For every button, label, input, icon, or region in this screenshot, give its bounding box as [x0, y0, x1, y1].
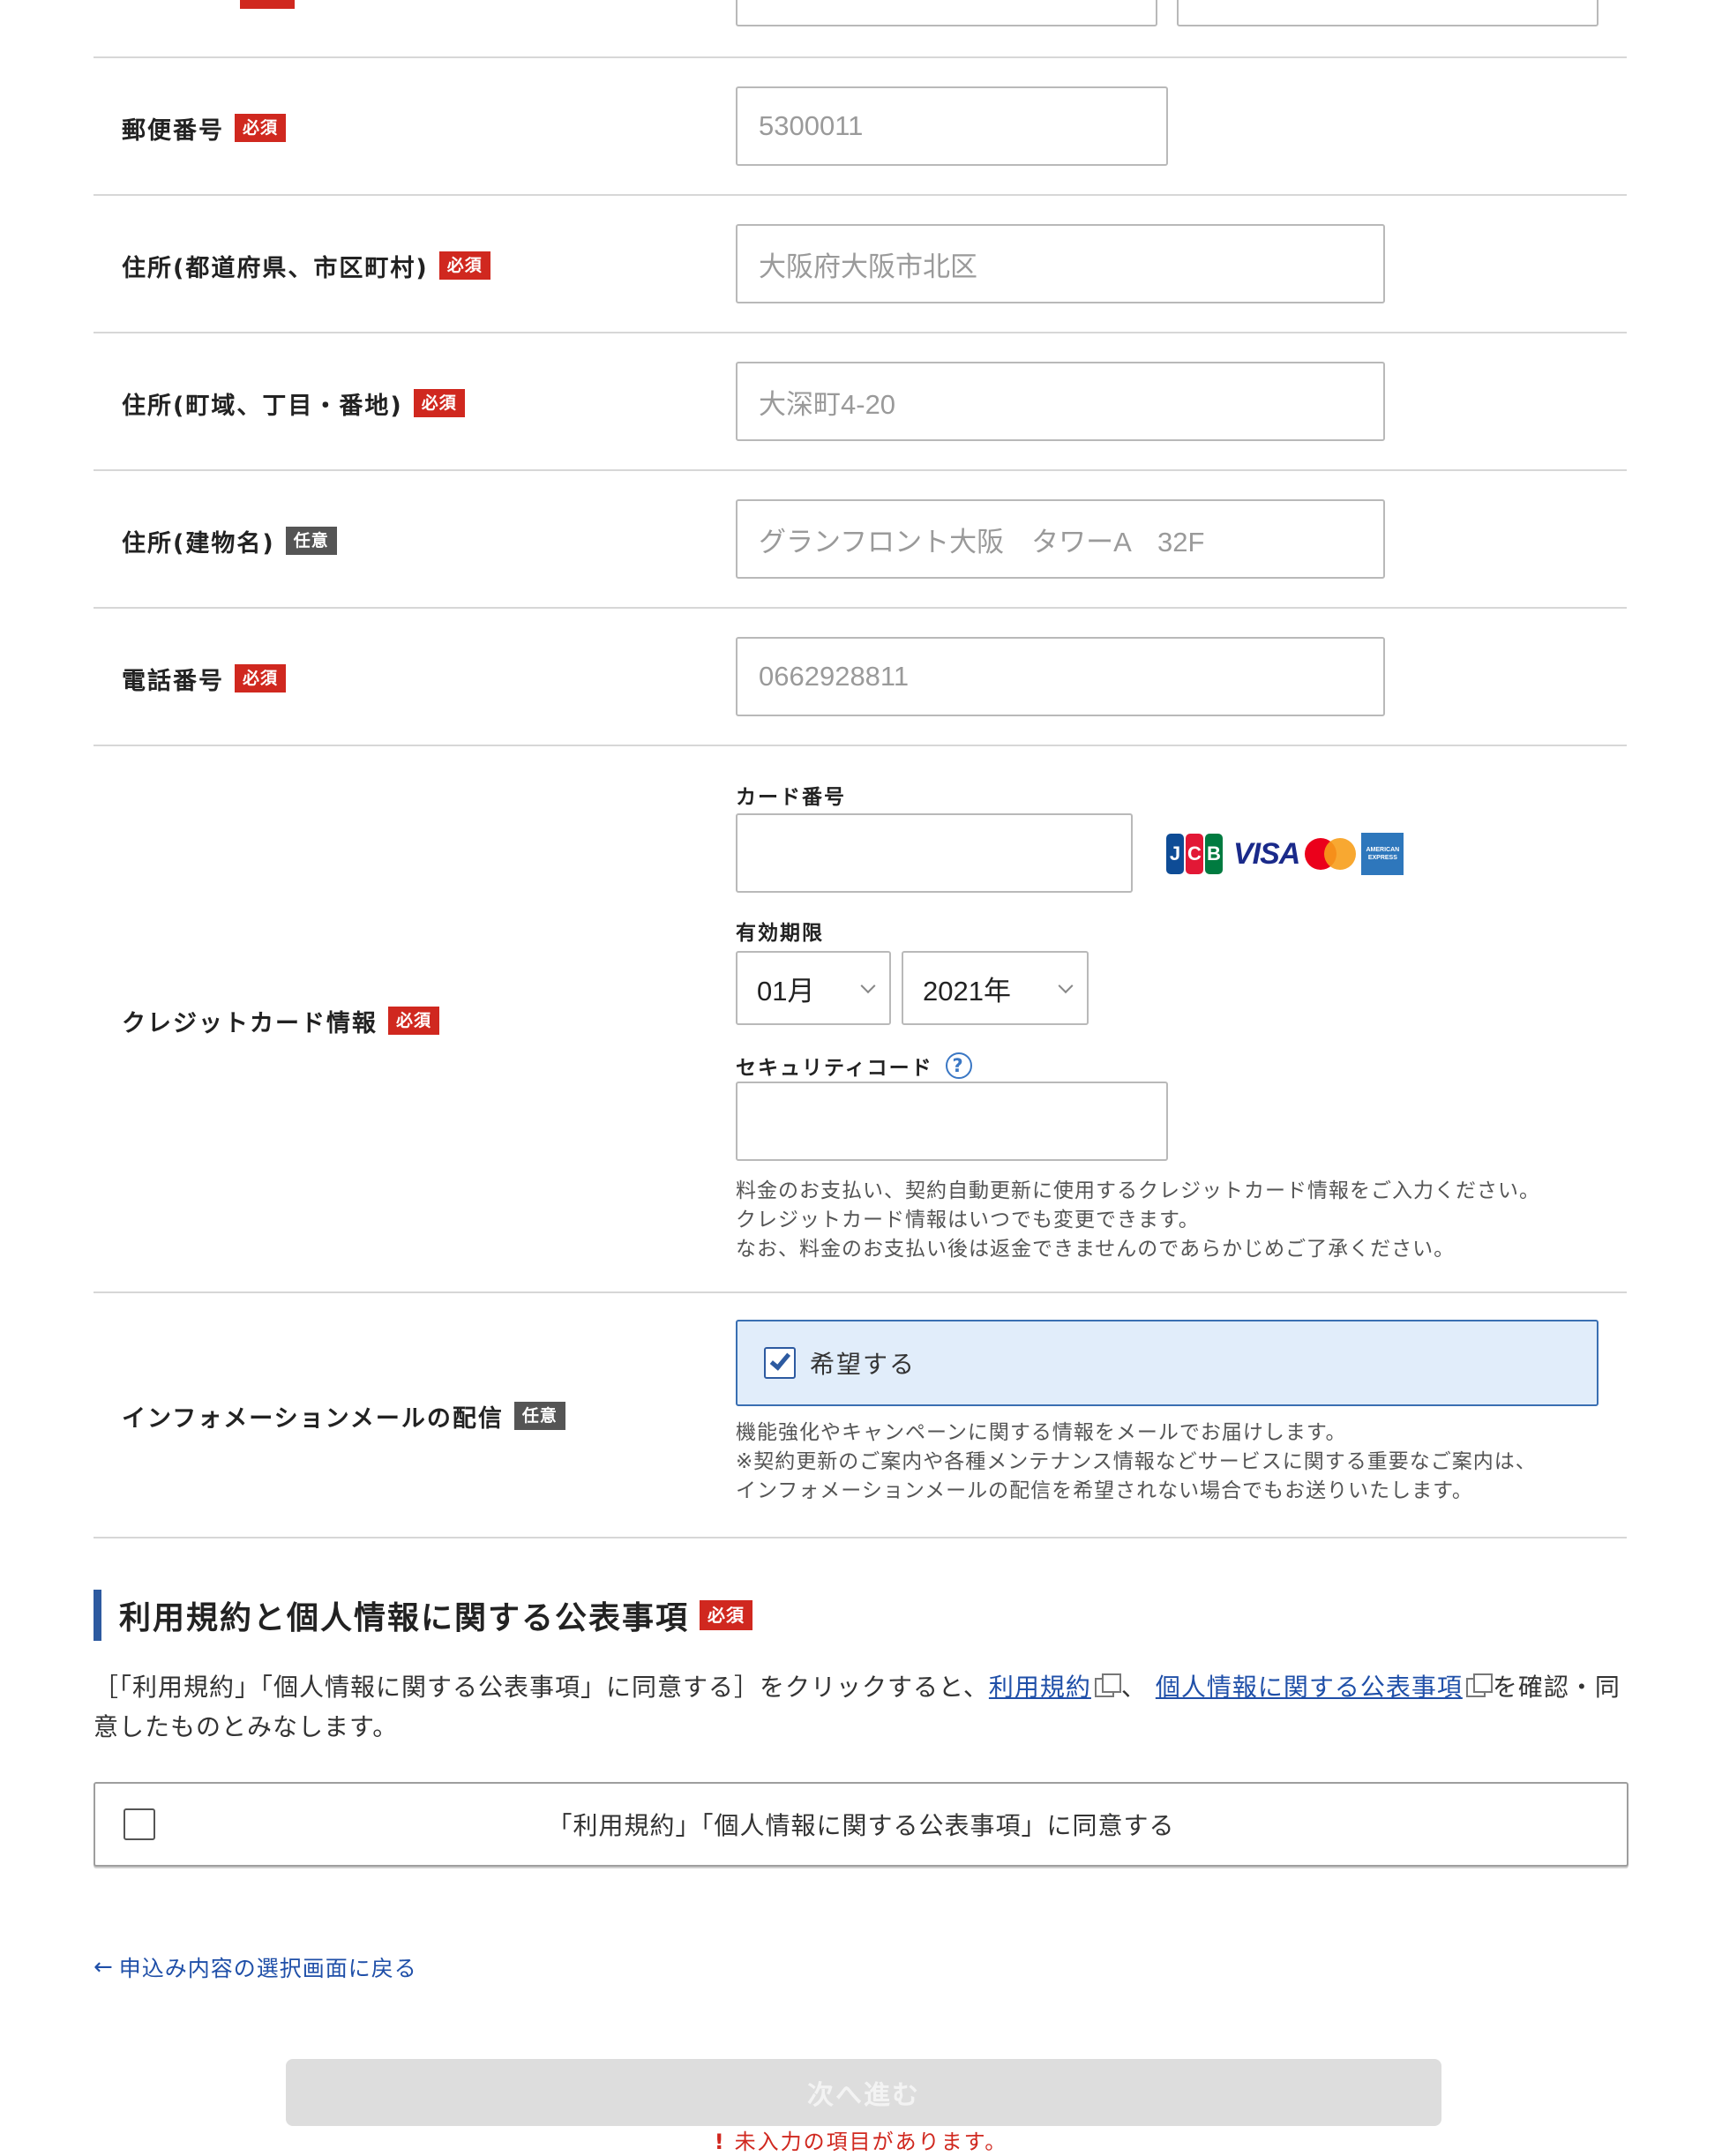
row-divider: [94, 1291, 1627, 1293]
info-mail-note: 機能強化やキャンペーンに関する情報をメールでお届けします。 ※契約更新のご案内や…: [736, 1419, 1537, 1506]
arrow-left-icon: ←: [94, 1954, 114, 1980]
address-town-placeholder: 大深町4-20: [759, 388, 896, 420]
postal-code-label-text: 郵便番号: [122, 116, 224, 145]
address-town-label-text: 住所(町域、丁目・番地): [122, 392, 403, 420]
amex-logo: AMERICAN EXPRESS: [1361, 833, 1404, 875]
card-number-label: カード番号: [736, 786, 846, 809]
address-city-label: 住所(都道府県、市区町村) 必須: [122, 245, 490, 286]
checkmark-icon: [769, 1349, 791, 1371]
help-icon[interactable]: ?: [945, 1052, 972, 1079]
security-code-label: セキュリティコード ?: [736, 1048, 972, 1083]
expiry-year-select[interactable]: 2021年: [902, 951, 1089, 1025]
agree-terms-toggle[interactable]: 「利用規約」「個人情報に関する公表事項」に同意する: [94, 1782, 1628, 1867]
card-brand-logos: J C B VISA AMERICAN EXPRESS: [1166, 833, 1404, 875]
first-name-input[interactable]: [1177, 0, 1598, 26]
phone-label-text: 電話番号: [122, 667, 224, 695]
terms-of-service-link[interactable]: 利用規約: [989, 1673, 1091, 1702]
address-city-placeholder: 大阪府大阪市北区: [759, 251, 977, 282]
next-button[interactable]: 次へ進む: [286, 2059, 1441, 2126]
address-town-label: 住所(町域、丁目・番地) 必須: [122, 383, 465, 423]
required-badge: 必須: [413, 388, 465, 418]
address-city-input[interactable]: 大阪府大阪市北区: [736, 224, 1385, 303]
note-line: クレジットカード情報はいつでも変更できます。: [736, 1209, 1200, 1231]
error-icon: !: [714, 2130, 726, 2154]
error-text: 未入力の項目があります。: [734, 2130, 1008, 2154]
external-link-icon: [1094, 1673, 1121, 1697]
note-line: 料金のお支払い、契約自動更新に使用するクレジットカード情報をご入力ください。: [736, 1179, 1540, 1202]
address-building-label: 住所(建物名) 任意: [122, 520, 337, 561]
row-divider: [94, 607, 1627, 609]
postal-code-label: 郵便番号 必須: [122, 108, 287, 148]
required-badge: 必須: [700, 1600, 753, 1630]
required-badge: 必須: [235, 113, 287, 143]
postal-code-placeholder: 5300011: [759, 110, 864, 141]
terms-description: ［「利用規約」「個人情報に関する公表事項」に同意する］をクリックすると、利用規約…: [94, 1667, 1628, 1747]
info-mail-checkbox[interactable]: [764, 1347, 796, 1379]
row-divider: [94, 194, 1627, 196]
terms-separator: 、: [1120, 1673, 1147, 1702]
note-line: なお、料金のお支払い後は返金できませんのであらかじめご了承ください。: [736, 1238, 1456, 1261]
required-badge: 必須: [235, 663, 287, 693]
amex-bottom-text: EXPRESS: [1367, 855, 1397, 861]
optional-badge: 任意: [285, 526, 337, 556]
required-badge-cutoff: [240, 0, 295, 9]
address-city-label-text: 住所(都道府県、市区町村): [122, 254, 429, 282]
amex-top-text: AMERICAN: [1366, 847, 1400, 853]
row-divider: [94, 56, 1627, 58]
terms-title-text: 利用規約と個人情報に関する公表事項: [119, 1600, 690, 1636]
agree-terms-label: 「利用規約」「個人情報に関する公表事項」に同意する: [547, 1811, 1175, 1840]
expiry-month-value: 01月: [757, 975, 815, 1007]
terms-section-title: 利用規約と個人情報に関する公表事項 必須: [94, 1590, 753, 1641]
required-badge: 必須: [388, 1006, 440, 1036]
credit-card-label: クレジットカード情報 必須: [122, 1000, 440, 1041]
note-line: ※契約更新のご案内や各種メンテナンス情報などサービスに関する重要なご案内は、: [736, 1450, 1537, 1473]
back-link[interactable]: ← 申込み内容の選択画面に戻る: [94, 1951, 417, 1983]
privacy-notice-link[interactable]: 個人情報に関する公表事項: [1156, 1673, 1463, 1702]
chevron-down-icon: [860, 978, 876, 994]
terms-text-before: ［「利用規約」「個人情報に関する公表事項」に同意する］をクリックすると、: [94, 1673, 989, 1702]
info-mail-label: インフォメーションメールの配信 任意: [122, 1396, 565, 1436]
jcb-letter-b: B: [1205, 834, 1223, 874]
security-code-input[interactable]: [736, 1082, 1168, 1161]
postal-code-input[interactable]: 5300011: [736, 86, 1168, 166]
address-building-placeholder: グランフロント大阪 タワーA 32F: [759, 526, 1205, 558]
mastercard-orange-circle: [1324, 838, 1357, 870]
visa-logo: VISA: [1233, 836, 1300, 871]
row-divider: [94, 1537, 1627, 1538]
phone-input[interactable]: 0662928811: [736, 637, 1385, 716]
note-line: インフォメーションメールの配信を希望されない場合でもお送りいたします。: [736, 1479, 1473, 1502]
external-link-icon: [1465, 1673, 1493, 1697]
security-code-label-text: セキュリティコード: [736, 1057, 933, 1080]
title-accent-bar: [94, 1590, 101, 1641]
info-mail-checkbox-label: 希望する: [810, 1350, 917, 1379]
row-divider: [94, 469, 1627, 471]
info-mail-label-text: インフォメーションメールの配信: [122, 1404, 504, 1433]
phone-label: 電話番号 必須: [122, 658, 287, 699]
row-divider: [94, 745, 1627, 746]
card-number-input[interactable]: [736, 813, 1133, 893]
back-link-label: 申込み内容の選択画面に戻る: [118, 1956, 417, 1981]
phone-placeholder: 0662928811: [759, 661, 910, 692]
last-name-input[interactable]: [736, 0, 1157, 26]
validation-error: ! 未入力の項目があります。: [0, 2124, 1722, 2155]
expiry-year-value: 2021年: [923, 975, 1011, 1007]
expiry-label: 有効期限: [736, 922, 824, 945]
jcb-logo: J C B: [1166, 834, 1223, 874]
required-badge: 必須: [438, 251, 490, 281]
address-building-label-text: 住所(建物名): [122, 529, 275, 558]
jcb-letter-j: J: [1166, 834, 1184, 874]
chevron-down-icon: [1058, 978, 1074, 994]
row-divider: [94, 332, 1627, 333]
address-building-input[interactable]: グランフロント大阪 タワーA 32F: [736, 499, 1385, 579]
expiry-month-select[interactable]: 01月: [736, 951, 891, 1025]
credit-card-note: 料金のお支払い、契約自動更新に使用するクレジットカード情報をご入力ください。 ク…: [736, 1177, 1540, 1264]
note-line: 機能強化やキャンペーンに関する情報をメールでお届けします。: [736, 1421, 1347, 1444]
jcb-letter-c: C: [1186, 834, 1203, 874]
mastercard-logo: [1305, 837, 1357, 871]
credit-card-label-text: クレジットカード情報: [122, 1009, 378, 1037]
optional-badge: 任意: [513, 1401, 565, 1431]
address-town-input[interactable]: 大深町4-20: [736, 362, 1385, 441]
info-mail-optin[interactable]: 希望する: [736, 1320, 1598, 1406]
